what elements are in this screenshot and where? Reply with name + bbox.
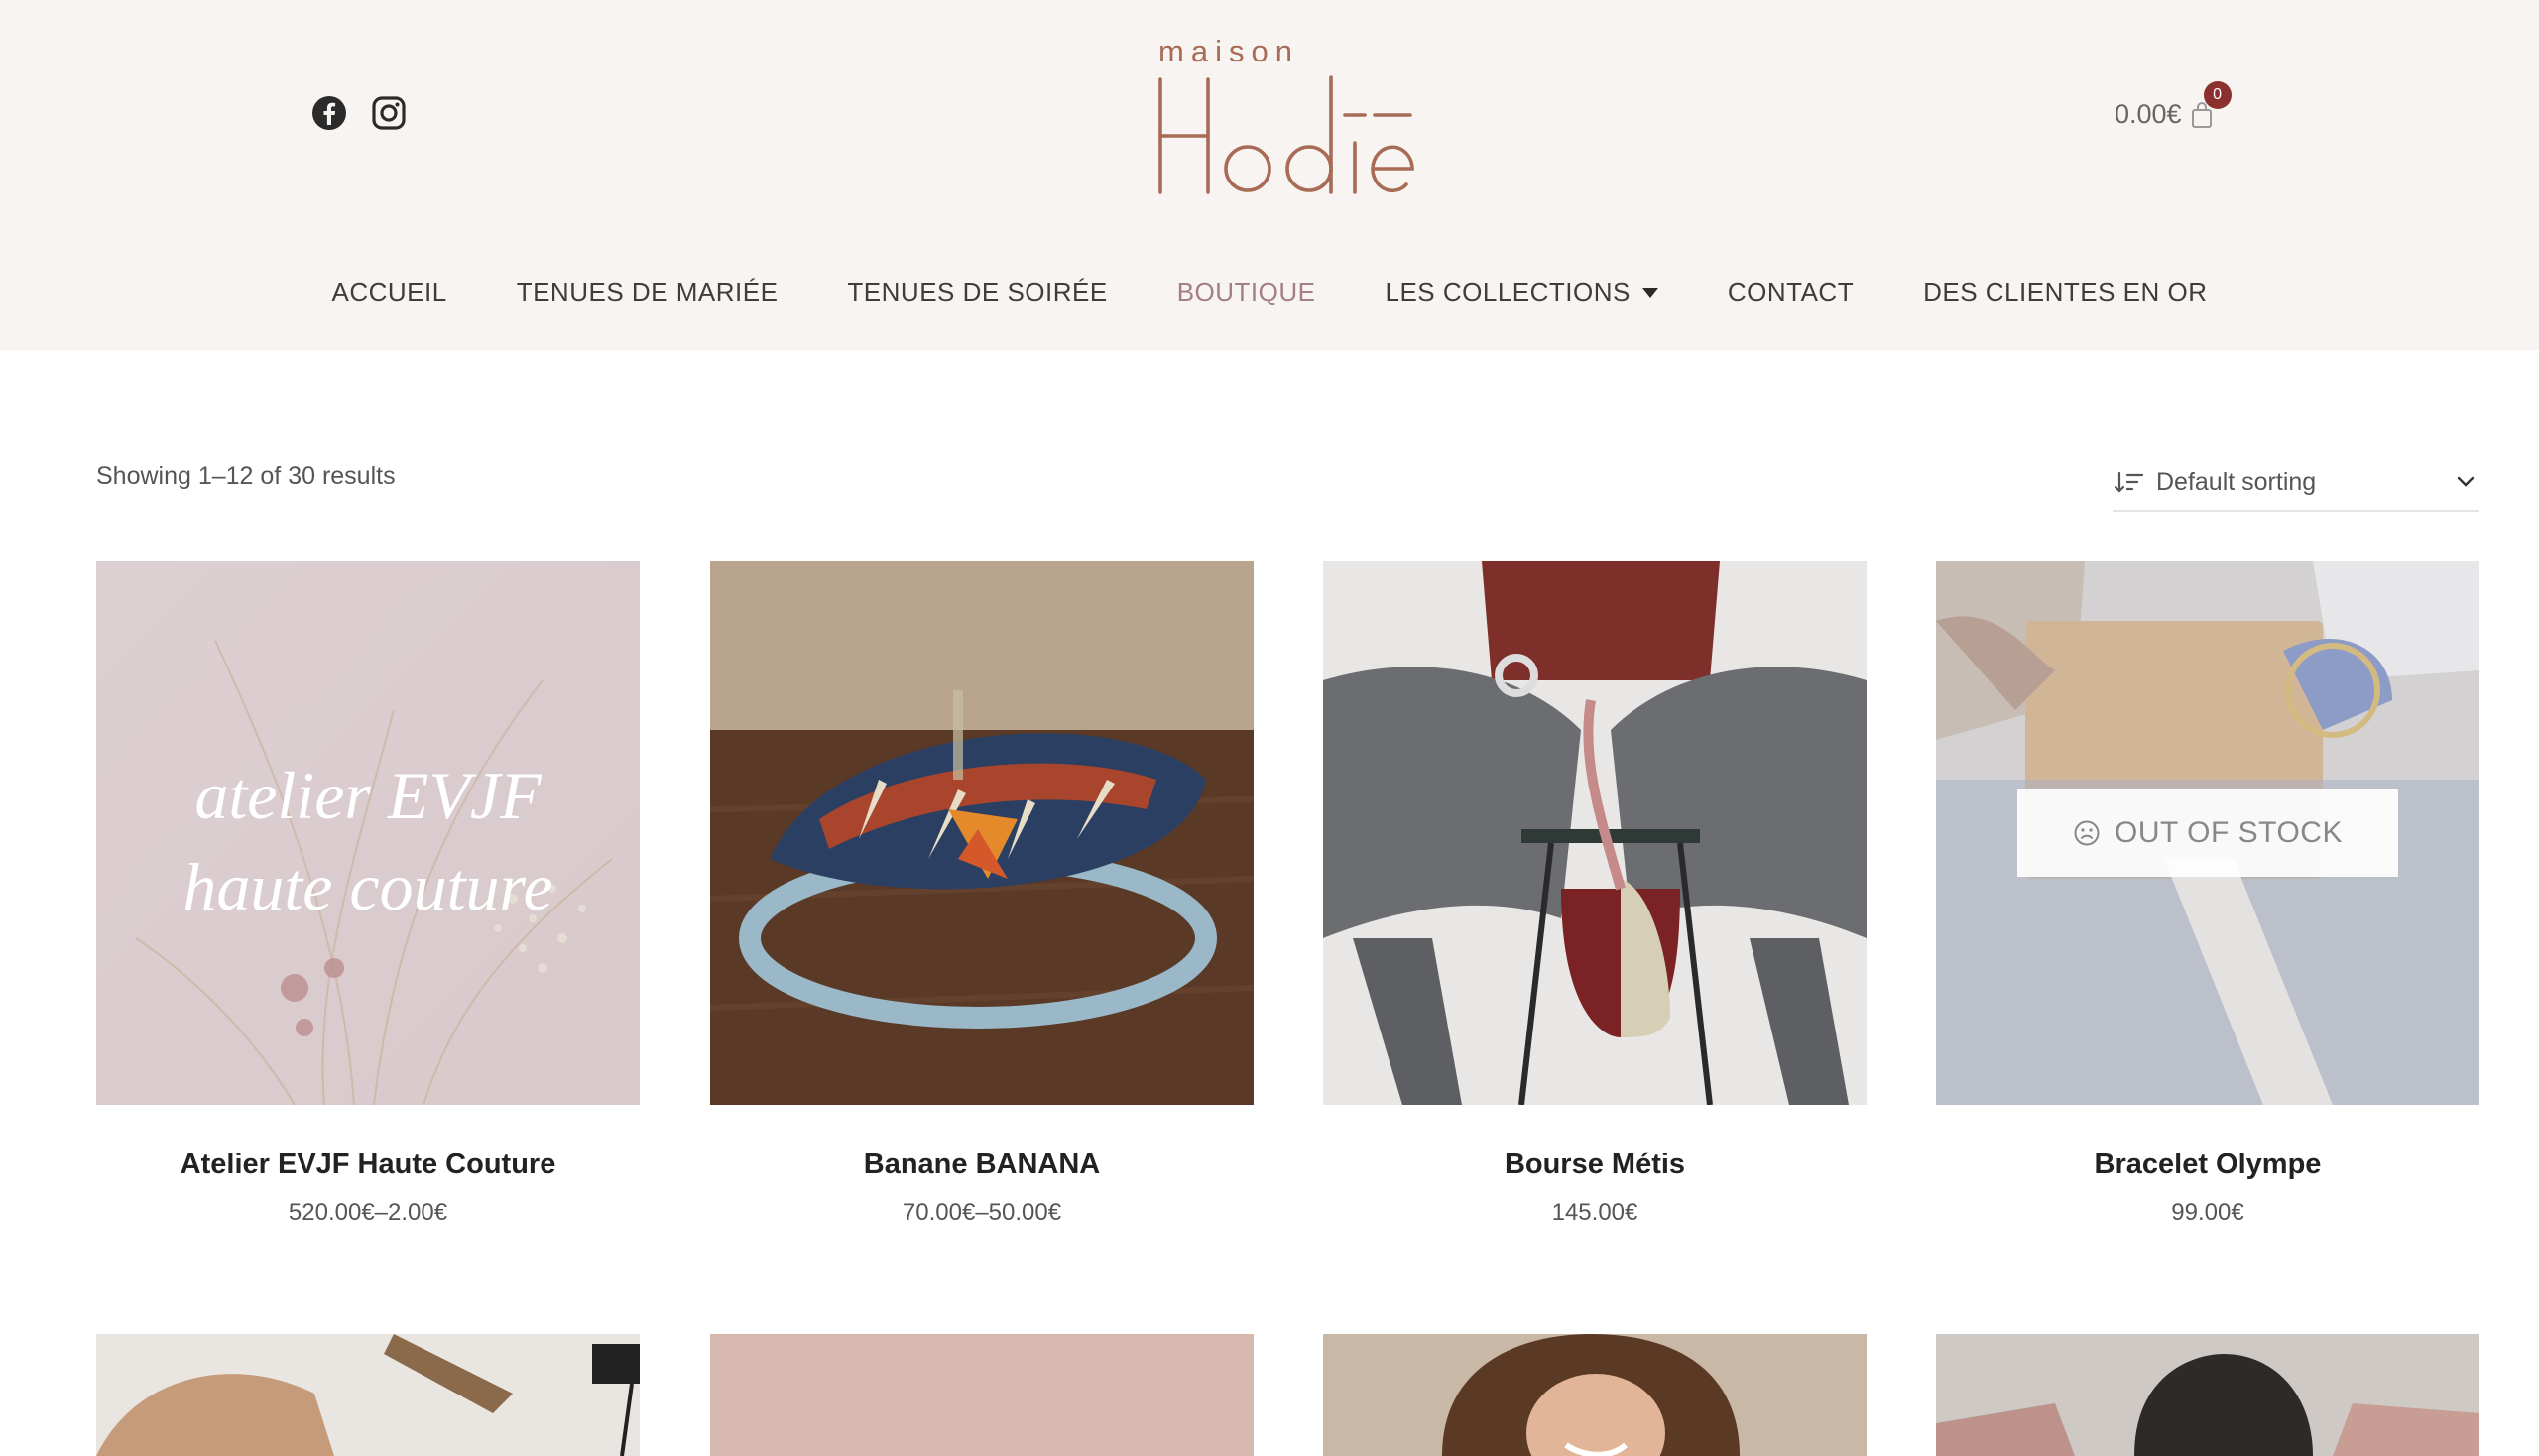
nav-accueil[interactable]: ACCUEIL [298, 277, 482, 307]
image-text-line-1: atelier EVJF [194, 758, 542, 833]
product-price: 70.00€–50.00€ [902, 1199, 1062, 1226]
image-text-line-2: haute couture [182, 849, 553, 924]
sort-label: Default sorting [2156, 467, 2317, 496]
product-card: OUT OF STOCK Bracelet Olympe 99.00€ [1936, 561, 2479, 1227]
main-nav: ACCUEIL TENUES DE MARIÉE TENUES DE SOIRÉ… [0, 277, 2539, 307]
instagram-icon[interactable] [371, 95, 407, 131]
chevron-down-icon [2457, 476, 2475, 487]
nav-des-clientes-en-or[interactable]: DES CLIENTES EN OR [1888, 277, 2241, 307]
caret-down-icon [1641, 287, 1658, 298]
cart-total: 0.00€ [2115, 99, 2182, 129]
product-name[interactable]: Bourse Métis [1323, 1149, 1867, 1181]
product-image[interactable] [710, 1334, 1254, 1456]
product-image[interactable] [1323, 1334, 1867, 1456]
nav-les-collections-label: LES COLLECTIONS [1385, 277, 1631, 306]
nav-tenues-de-soiree[interactable]: TENUES DE SOIRÉE [812, 277, 1142, 307]
product-name[interactable]: Banane BANANA [710, 1149, 1254, 1181]
product-price: 520.00€–2.00€ [288, 1199, 448, 1226]
cart-count-badge: 0 [2203, 80, 2232, 109]
cart-button[interactable]: 0.00€ 0 [2115, 80, 2232, 130]
logo-maison-text: maison [1158, 34, 1299, 68]
product-price: 99.00€ [2171, 1199, 2244, 1226]
product-card [96, 1334, 640, 1456]
product-image[interactable] [96, 1334, 640, 1456]
product-card: Bourse Métis 145.00€ [1323, 561, 1867, 1227]
product-image[interactable]: OUT OF STOCK [1936, 561, 2479, 1105]
out-of-stock-label: OUT OF STOCK [2115, 816, 2343, 849]
product-card: atelier EVJF haute couture Atelier EVJF … [96, 561, 640, 1227]
nav-boutique[interactable]: BOUTIQUE [1143, 277, 1351, 307]
product-card: Banane BANANA 70.00€–50.00€ [710, 561, 1254, 1227]
sad-face-icon [2074, 820, 2100, 846]
site-logo[interactable]: maison [1150, 34, 1418, 202]
logo-hodie-wordmark [1158, 75, 1414, 194]
product-card [1323, 1334, 1867, 1456]
product-image[interactable] [1936, 1334, 2479, 1456]
product-card [1936, 1334, 2479, 1456]
product-price: 145.00€ [1551, 1199, 1638, 1226]
product-image[interactable] [1323, 561, 1867, 1105]
results-count: Showing 1–12 of 30 results [96, 462, 396, 490]
sort-select[interactable]: Default sorting [2113, 454, 2479, 512]
product-name[interactable]: Bracelet Olympe [1936, 1149, 2479, 1181]
site-header: maison 0.00€ 0 ACCUEIL TENUES DE MARIÉE … [0, 0, 2539, 350]
social-links [311, 95, 407, 131]
facebook-icon[interactable] [311, 95, 347, 131]
out-of-stock-badge: OUT OF STOCK [2017, 789, 2398, 877]
nav-tenues-de-mariee[interactable]: TENUES DE MARIÉE [482, 277, 813, 307]
product-image[interactable] [710, 561, 1254, 1105]
shopping-bag-icon: 0 [2190, 80, 2232, 129]
sort-icon [2115, 471, 2144, 493]
nav-contact[interactable]: CONTACT [1693, 277, 1888, 307]
nav-les-collections[interactable]: LES COLLECTIONS [1351, 277, 1693, 307]
product-image[interactable]: atelier EVJF haute couture [96, 561, 640, 1105]
product-name[interactable]: Atelier EVJF Haute Couture [96, 1149, 640, 1181]
product-card [710, 1334, 1254, 1456]
